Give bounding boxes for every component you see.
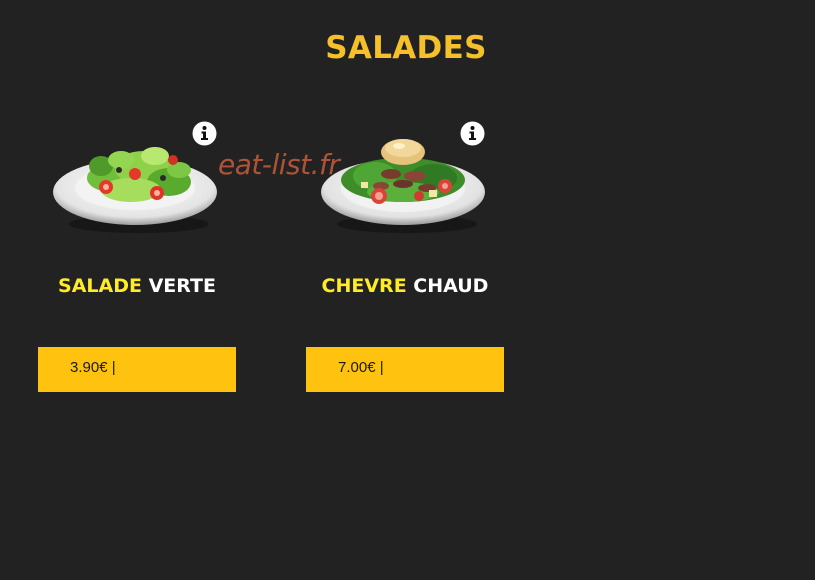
product-name-highlight: SALADE bbox=[58, 275, 142, 297]
product-name: CHEVRE CHAUD bbox=[305, 275, 505, 297]
product-name-highlight: CHEVRE bbox=[321, 275, 407, 297]
info-icon[interactable] bbox=[192, 121, 217, 146]
product-name-rest: CHAUD bbox=[406, 275, 489, 297]
product-card-salade-verte[interactable]: SALADE VERTE 3.90€ | bbox=[37, 110, 237, 400]
section-title: SALADES bbox=[325, 30, 487, 66]
price-button[interactable]: 7.00€ | bbox=[306, 347, 504, 392]
price-button[interactable]: 3.90€ | bbox=[38, 347, 236, 392]
price-label: 7.00€ | bbox=[338, 359, 384, 376]
price-label: 3.90€ | bbox=[70, 359, 116, 376]
product-name: SALADE VERTE bbox=[37, 275, 237, 297]
product-name-rest: VERTE bbox=[141, 275, 216, 297]
product-card-chevre-chaud[interactable]: CHEVRE CHAUD 7.00€ | bbox=[305, 110, 505, 400]
info-icon[interactable] bbox=[460, 121, 485, 146]
